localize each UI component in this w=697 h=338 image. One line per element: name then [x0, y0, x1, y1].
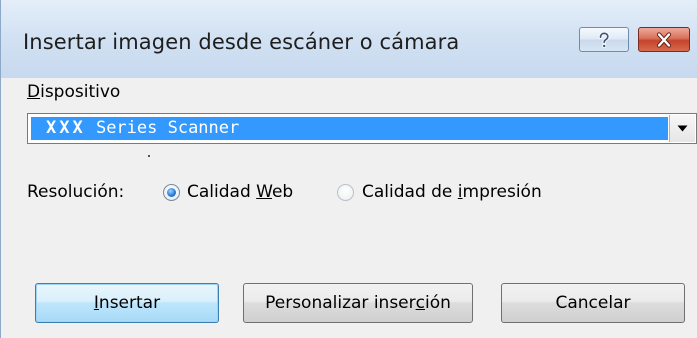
radio-web-quality-label[interactable]: Calidad Web — [187, 182, 293, 202]
close-button[interactable] — [638, 27, 690, 52]
device-label: Dispositivo — [27, 82, 121, 102]
close-x-icon — [656, 31, 672, 48]
radio-web-quality[interactable] — [163, 184, 180, 201]
device-dropdown[interactable]: XXX Series Scanner — [27, 113, 697, 144]
device-selected-value: XXX Series Scanner — [46, 118, 240, 138]
help-question-icon — [598, 31, 610, 48]
cancel-button[interactable]: Cancelar — [501, 283, 685, 323]
insert-image-dialog: Insertar imagen desde escáner o cámara D… — [0, 0, 697, 338]
chevron-down-icon — [677, 125, 688, 132]
help-button[interactable] — [579, 27, 629, 52]
title-bar: Insertar imagen desde escáner o cámara — [1, 0, 697, 78]
dropdown-arrow-button[interactable] — [669, 115, 695, 142]
artifact-dot — [148, 155, 150, 157]
custom-insert-button[interactable]: Personalizar inser c ión — [243, 283, 473, 323]
device-selected-item: XXX Series Scanner — [31, 117, 668, 140]
dialog-title: Insertar imagen desde escáner o cámara — [23, 30, 460, 54]
insert-button[interactable]: Insertar — [35, 283, 219, 323]
radio-print-quality[interactable] — [337, 184, 354, 201]
resolution-label: Resolución: — [27, 182, 125, 202]
radio-selected-dot — [167, 188, 176, 197]
radio-print-quality-label[interactable]: Calidad de impresión — [362, 182, 542, 202]
